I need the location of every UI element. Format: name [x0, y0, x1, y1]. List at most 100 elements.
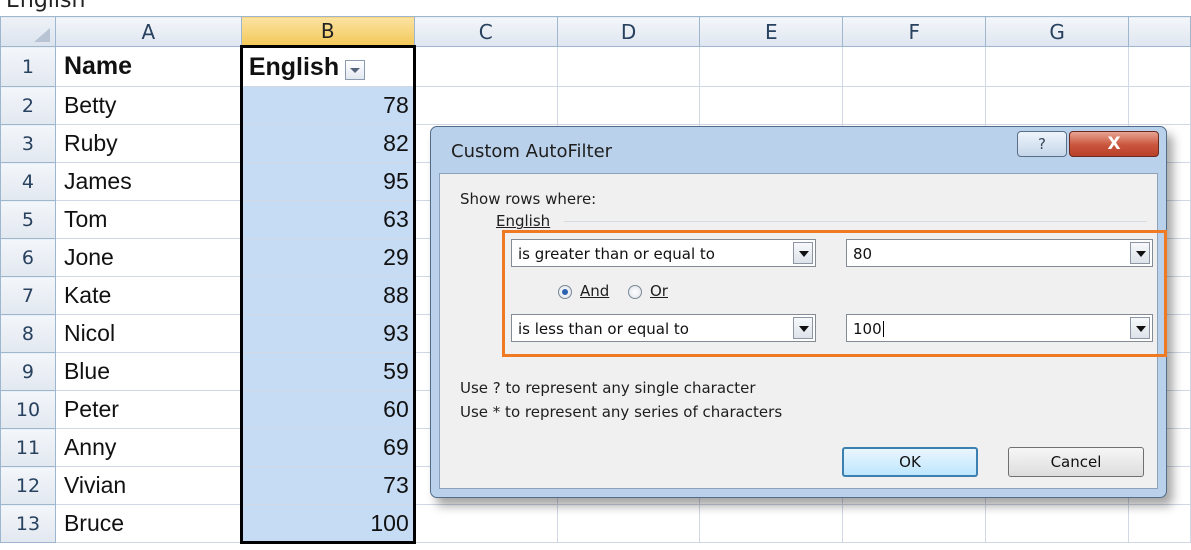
table-row: 2 Betty 78 — [0, 86, 1191, 125]
condition1-value-text: 80 — [853, 245, 873, 263]
custom-autofilter-dialog: Custom AutoFilter ? X Show rows where: E… — [430, 126, 1167, 498]
english-score-cell[interactable]: 60 — [239, 390, 416, 429]
row-header[interactable]: 3 — [0, 124, 56, 163]
row-header[interactable]: 2 — [0, 86, 56, 125]
column-header-e[interactable]: E — [699, 16, 844, 47]
condition2-operator-select[interactable]: is less than or equal to — [511, 314, 816, 342]
field-name-label: English — [496, 212, 551, 230]
cell[interactable] — [699, 86, 844, 125]
top-caption-text: English — [6, 0, 86, 13]
english-score-cell[interactable]: 88 — [239, 276, 416, 315]
english-score-cell[interactable]: 100 — [239, 504, 416, 544]
cell[interactable] — [1127, 86, 1191, 125]
row-header[interactable]: 6 — [0, 238, 56, 277]
english-score-cell[interactable]: 73 — [239, 466, 416, 505]
column-header-d[interactable]: D — [556, 16, 701, 47]
english-score-cell[interactable]: 59 — [239, 352, 416, 391]
or-radio[interactable] — [628, 285, 642, 299]
hint-series-characters: Use * to represent any series of charact… — [460, 403, 783, 421]
cell[interactable] — [699, 46, 844, 87]
cell[interactable] — [842, 504, 987, 543]
ok-button[interactable]: OK — [842, 447, 978, 477]
dialog-title: Custom AutoFilter — [451, 141, 613, 162]
english-score-cell[interactable]: 78 — [239, 86, 416, 125]
group-divider — [564, 221, 1147, 222]
row-header[interactable]: 11 — [0, 428, 56, 467]
or-radio-label[interactable]: Or — [650, 282, 668, 300]
row-header[interactable]: 12 — [0, 466, 56, 505]
dialog-body: Show rows where: English is greater than… — [439, 173, 1167, 489]
row-header[interactable]: 10 — [0, 390, 56, 429]
cell[interactable] — [556, 86, 701, 125]
help-button[interactable]: ? — [1017, 131, 1067, 157]
cell[interactable] — [1127, 46, 1191, 87]
name-cell[interactable]: Kate — [54, 276, 242, 315]
english-score-cell[interactable]: 82 — [239, 124, 416, 163]
and-radio[interactable] — [558, 285, 572, 299]
name-cell[interactable]: Anny — [54, 428, 242, 467]
close-button[interactable]: X — [1069, 131, 1159, 157]
cell[interactable] — [413, 46, 558, 87]
name-cell[interactable]: Betty — [54, 86, 242, 125]
row-header[interactable]: 13 — [0, 504, 56, 543]
column-header-h[interactable] — [1127, 16, 1191, 47]
select-all-corner[interactable] — [0, 16, 56, 47]
dialog-titlebar[interactable]: Custom AutoFilter ? X — [431, 127, 1166, 177]
condition2-operator-value: is less than or equal to — [518, 320, 689, 338]
and-radio-label[interactable]: And — [580, 282, 609, 300]
row-header[interactable]: 5 — [0, 200, 56, 239]
english-header-cell[interactable]: English — [239, 45, 416, 87]
chevron-down-icon[interactable] — [793, 242, 813, 264]
row-header[interactable]: 1 — [0, 46, 56, 87]
name-cell[interactable]: Peter — [54, 390, 242, 429]
cell[interactable] — [985, 504, 1129, 543]
condition2-value-input[interactable]: 100 — [846, 314, 1153, 342]
cell[interactable] — [842, 86, 987, 125]
row-header[interactable]: 4 — [0, 162, 56, 201]
table-row: 13 Bruce 100 — [0, 504, 1191, 544]
cell[interactable] — [985, 86, 1129, 125]
name-cell[interactable]: James — [54, 162, 242, 201]
chevron-down-icon[interactable] — [1130, 242, 1150, 264]
condition1-value-input[interactable]: 80 — [846, 239, 1153, 267]
condition1-operator-select[interactable]: is greater than or equal to — [511, 239, 816, 267]
chevron-down-icon[interactable] — [1130, 317, 1150, 339]
cell[interactable] — [1127, 504, 1191, 543]
cell[interactable] — [985, 46, 1129, 87]
name-cell[interactable]: Ruby — [54, 124, 242, 163]
cell[interactable] — [699, 504, 844, 543]
condition2-value-text: 100 — [853, 320, 884, 338]
name-cell[interactable]: Bruce — [54, 504, 242, 543]
english-score-cell[interactable]: 63 — [239, 200, 416, 239]
cell[interactable] — [842, 46, 987, 87]
condition2-value-label: 100 — [853, 320, 882, 338]
name-cell[interactable]: Vivian — [54, 466, 242, 505]
row-header[interactable]: 7 — [0, 276, 56, 315]
text-caret — [882, 321, 884, 337]
chevron-down-icon[interactable] — [793, 317, 813, 339]
column-header-f[interactable]: F — [842, 16, 987, 47]
show-rows-label: Show rows where: — [460, 190, 597, 208]
row-header[interactable]: 8 — [0, 314, 56, 353]
cell[interactable] — [556, 504, 701, 543]
column-header-c[interactable]: C — [413, 16, 558, 47]
column-header-a[interactable]: A — [54, 16, 242, 47]
cancel-button[interactable]: Cancel — [1008, 447, 1144, 477]
filter-dropdown-button[interactable] — [345, 59, 366, 80]
cell[interactable] — [413, 504, 558, 543]
cell[interactable] — [556, 46, 701, 87]
english-score-cell[interactable]: 69 — [239, 428, 416, 467]
condition1-operator-value: is greater than or equal to — [518, 245, 715, 263]
english-score-cell[interactable]: 93 — [239, 314, 416, 353]
name-cell[interactable]: Tom — [54, 200, 242, 239]
name-header-cell[interactable]: Name — [54, 46, 242, 87]
english-score-cell[interactable]: 95 — [239, 162, 416, 201]
column-header-b[interactable]: B — [240, 16, 415, 47]
name-cell[interactable]: Jone — [54, 238, 242, 277]
english-score-cell[interactable]: 29 — [239, 238, 416, 277]
column-header-g[interactable]: G — [985, 16, 1129, 47]
name-cell[interactable]: Nicol — [54, 314, 242, 353]
cell[interactable] — [413, 86, 558, 125]
row-header[interactable]: 9 — [0, 352, 56, 391]
name-cell[interactable]: Blue — [54, 352, 242, 391]
